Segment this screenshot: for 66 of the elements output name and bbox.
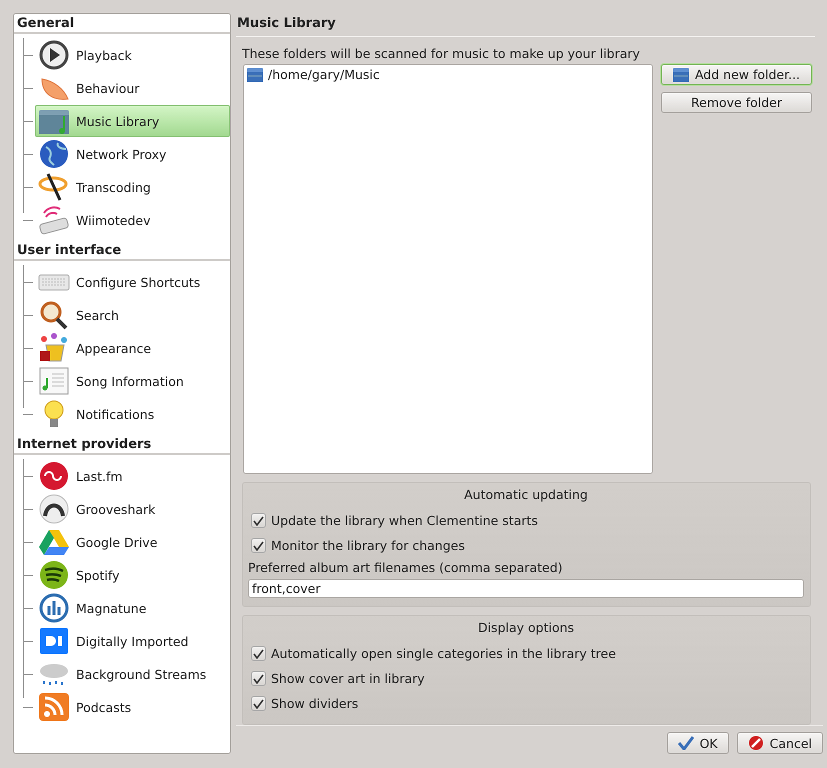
remove-folder-button[interactable]: Remove folder xyxy=(661,92,812,113)
sidebar-item[interactable]: Google Drive xyxy=(35,526,230,558)
section-title: Internet providers xyxy=(14,435,230,455)
forbidden-icon xyxy=(748,735,764,751)
checkbox[interactable] xyxy=(251,538,266,553)
globe-icon xyxy=(38,139,70,169)
checkbox-label: Show dividers xyxy=(271,696,358,711)
magnifier-icon xyxy=(38,300,70,330)
group-title: Display options xyxy=(476,619,576,637)
checkbox-label: Automatically open single categories in the library tree xyxy=(271,646,616,661)
input-field[interactable]: front,cover xyxy=(248,579,804,598)
check-icon xyxy=(678,736,694,750)
field-label: Preferred album art filenames (comma separated) xyxy=(248,559,564,577)
sidebar-item[interactable]: Playback xyxy=(35,39,230,71)
sidebar-item[interactable]: Behaviour xyxy=(35,72,230,104)
bars-circle-icon xyxy=(38,593,70,623)
cancel-button[interactable]: Cancel xyxy=(736,732,823,754)
sidebar-item[interactable]: Song Information xyxy=(35,365,230,397)
sidebar-item[interactable]: Background Streams xyxy=(35,658,230,690)
checkbox[interactable] xyxy=(251,671,266,686)
sidebar-item[interactable]: Transcoding xyxy=(35,171,230,203)
page-title: Music Library xyxy=(236,13,815,37)
sidebar-item[interactable]: Notifications xyxy=(35,398,230,430)
document-music-icon xyxy=(38,366,70,396)
add-folder-button[interactable]: Add new folder... xyxy=(661,64,812,85)
sidebar-item[interactable]: Configure Shortcuts xyxy=(35,266,230,298)
group-title: Automatic updating xyxy=(463,486,589,504)
folder-path[interactable]: /home/gary/Music xyxy=(268,67,380,82)
sidebar-item[interactable]: Podcasts xyxy=(35,691,230,723)
sidebar-item[interactable]: Digitally Imported xyxy=(35,625,230,657)
ok-button[interactable]: OK xyxy=(666,732,729,754)
wand-icon xyxy=(38,172,70,202)
checkbox-label: Show cover art in library xyxy=(271,671,425,686)
sidebar-item[interactable]: Network Proxy xyxy=(35,138,230,170)
section-title: User interface xyxy=(14,241,230,261)
paint-bucket-icon xyxy=(38,333,70,363)
check-icon xyxy=(253,674,264,684)
checkbox[interactable] xyxy=(251,513,266,528)
checkbox-label: Monitor the library for changes xyxy=(271,538,465,553)
section-title: General xyxy=(14,14,230,34)
checkbox-label: Update the library when Clementine starts xyxy=(271,513,538,528)
striped-circle-icon xyxy=(38,560,70,590)
checkbox[interactable] xyxy=(251,696,266,711)
sidebar-item[interactable]: Grooveshark xyxy=(35,493,230,525)
remote-icon xyxy=(38,205,70,235)
sidebar-item[interactable]: Wiimotedev xyxy=(35,204,230,236)
sidebar-item[interactable]: Magnatune xyxy=(35,592,230,624)
folder-icon xyxy=(672,68,689,82)
triangle-logo-icon xyxy=(38,527,70,557)
arch-logo-icon xyxy=(38,494,70,524)
check-icon xyxy=(253,698,264,708)
description-text: These folders will be scanned for music to make up your library xyxy=(241,45,641,63)
check-icon xyxy=(253,648,264,658)
circle-logo-icon xyxy=(38,461,70,491)
sidebar-item[interactable]: Last.fm xyxy=(35,460,230,492)
folder-icon xyxy=(247,68,263,82)
play-icon xyxy=(38,40,70,70)
sidebar-item[interactable]: Appearance xyxy=(35,332,230,364)
sidebar-item[interactable]: Music Library xyxy=(35,105,230,137)
square-logo-icon xyxy=(38,626,70,656)
rss-icon xyxy=(38,692,70,722)
checkbox[interactable] xyxy=(251,646,266,661)
check-icon xyxy=(253,540,264,550)
sidebar-item[interactable]: Spotify xyxy=(35,559,230,591)
sidebar-item[interactable]: Search xyxy=(35,299,230,331)
check-icon xyxy=(253,516,264,526)
